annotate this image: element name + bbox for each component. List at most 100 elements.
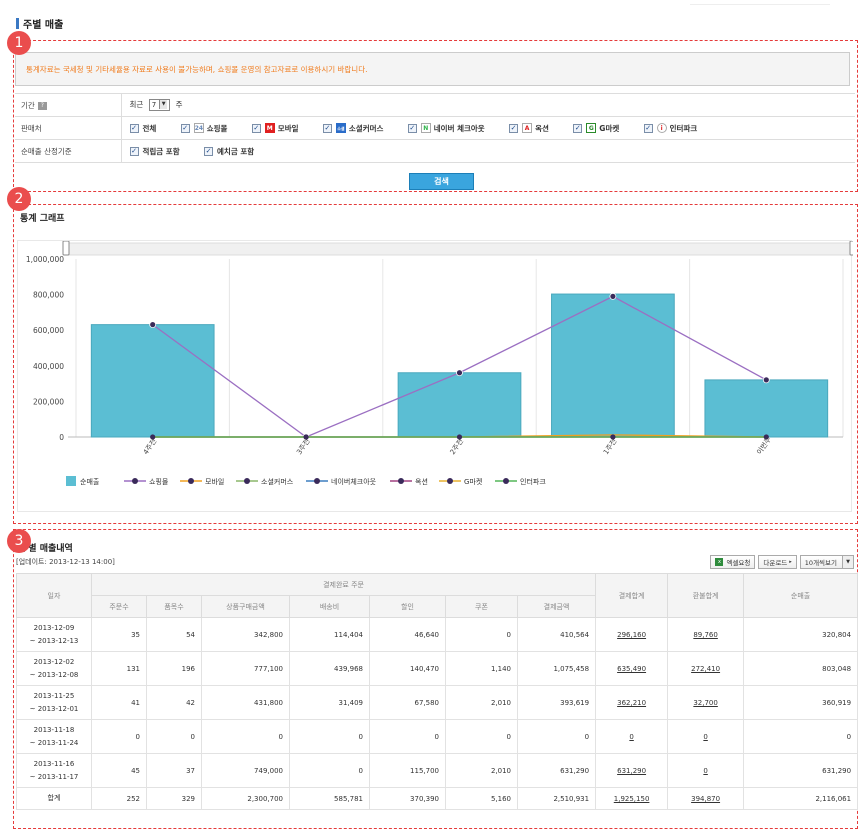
refund-total-link[interactable]: 394,870 bbox=[691, 795, 720, 803]
refund-total-link[interactable]: 32,700 bbox=[693, 699, 718, 707]
col-product-amount: 상품구매금액 bbox=[201, 595, 290, 618]
seller-label-naver: 네이버 체크아웃 bbox=[433, 123, 485, 133]
point-쇼핑몰[interactable] bbox=[456, 369, 463, 377]
net-sales-cell: 631,290 bbox=[743, 753, 859, 788]
col-items: 품목수 bbox=[146, 595, 202, 618]
seller-checkbox-mall[interactable]: ✓ 24 쇼핑몰 bbox=[180, 123, 228, 134]
page-size-value: 10개씩보기 bbox=[804, 559, 837, 567]
net-checkbox-deposit[interactable]: ✓ 예치금 포함 bbox=[204, 146, 254, 157]
period-select[interactable]: 7 ▼ bbox=[148, 99, 171, 111]
net-checkbox-points[interactable]: ✓ 적립금 포함 bbox=[129, 146, 180, 157]
help-icon[interactable]: ? bbox=[37, 101, 47, 110]
page-size-select[interactable]: 10개씩보기 ▼ bbox=[799, 555, 854, 569]
period-value: 7 bbox=[151, 101, 157, 109]
bar-4주전[interactable] bbox=[90, 324, 215, 438]
payment-total-link[interactable]: 0 bbox=[629, 733, 633, 741]
net-sales-cell: 320,804 bbox=[743, 617, 859, 652]
seller-label: 판매처 bbox=[15, 116, 122, 140]
refund-total-link[interactable]: 0 bbox=[703, 733, 707, 741]
coupon-cell: 2,010 bbox=[445, 753, 518, 788]
legend-marker bbox=[132, 478, 138, 484]
refund-total-link[interactable]: 0 bbox=[703, 767, 707, 775]
legend-marker bbox=[314, 478, 320, 484]
excel-request-label: 엑셀요청 bbox=[726, 559, 751, 567]
net-option-label: 적립금 포함 bbox=[142, 146, 180, 156]
download-label: 다운로드 bbox=[763, 559, 788, 567]
seller-label-mall: 쇼핑몰 bbox=[206, 123, 228, 133]
date-cell: 2013-12-09 ~ 2013-12-13 bbox=[16, 617, 92, 652]
excel-request-button[interactable]: x 엑셀요청 bbox=[710, 555, 756, 569]
payment-total-link[interactable]: 635,490 bbox=[617, 665, 646, 673]
net-sales-cell: 803,048 bbox=[743, 651, 859, 686]
payment-total-link[interactable]: 631,290 bbox=[617, 767, 646, 775]
legend-label[interactable]: 쇼핑몰 bbox=[149, 477, 169, 486]
bar-이번주[interactable] bbox=[704, 379, 829, 438]
seller-checkbox-interpark[interactable]: ✓ i 인터파크 bbox=[643, 123, 697, 134]
net-sales-cell: 0 bbox=[743, 719, 859, 754]
y-tick-label: 400,000 bbox=[33, 362, 64, 371]
col-discount: 할인 bbox=[369, 595, 446, 618]
period-suffix: 주 bbox=[175, 100, 183, 109]
table-total-row: 합계 252 329 2,300,700 585,781 370,390 5,160 2,51… bbox=[16, 787, 859, 810]
y-tick-label: 0 bbox=[59, 433, 64, 442]
seller-checkbox-naver[interactable]: ✓ N 네이버 체크아웃 bbox=[407, 123, 485, 134]
legend-marker bbox=[188, 478, 194, 484]
point-쇼핑몰[interactable] bbox=[609, 292, 617, 300]
items-cell: 196 bbox=[146, 651, 202, 686]
range-handle-left[interactable] bbox=[62, 241, 70, 256]
search-button[interactable]: 검색 bbox=[409, 173, 474, 190]
bar-1주전[interactable] bbox=[551, 293, 675, 438]
range-handle-right[interactable] bbox=[849, 241, 853, 256]
seller-label-all: 전체 bbox=[142, 123, 157, 133]
range-navigator[interactable] bbox=[65, 242, 853, 256]
discount-cell: 140,470 bbox=[369, 651, 446, 686]
payment-total-link[interactable]: 1,925,150 bbox=[614, 795, 650, 803]
legend-label[interactable]: 인터파크 bbox=[520, 477, 546, 486]
col-shipping: 배송비 bbox=[289, 595, 370, 618]
checkbox-icon: ✓ bbox=[643, 123, 653, 133]
seller-checkbox-auction[interactable]: ✓ A 옥션 bbox=[509, 123, 549, 134]
page-title: 주별 매출 bbox=[16, 16, 63, 31]
payment-amount-cell: 0 bbox=[516, 719, 597, 754]
payment-total-link[interactable]: 296,160 bbox=[617, 631, 646, 639]
legend-marker bbox=[503, 478, 509, 484]
legend-label[interactable]: 옥션 bbox=[415, 477, 428, 486]
period-prefix: 최근 bbox=[129, 100, 144, 109]
seller-checkbox-mobile[interactable]: ✓ M 모바일 bbox=[251, 123, 299, 134]
refund-total-link[interactable]: 89,760 bbox=[693, 631, 718, 639]
legend-label[interactable]: 모바일 bbox=[205, 477, 224, 486]
interpark-icon: i bbox=[656, 123, 667, 133]
point-쇼핑몰[interactable] bbox=[762, 376, 770, 384]
download-button[interactable]: 다운로드 ▸ bbox=[758, 555, 797, 569]
checkbox-icon: ✓ bbox=[407, 123, 417, 133]
coupon-cell: 5,160 bbox=[445, 787, 518, 810]
discount-cell: 115,700 bbox=[369, 753, 446, 788]
group-header-paid: 결제완료 주문 bbox=[90, 573, 597, 596]
date-cell: 2013-11-25 ~ 2013-12-01 bbox=[16, 685, 92, 720]
table-row: 2013-11-16 ~ 2013-11-17 45 37 749,000 0 115,70… bbox=[16, 753, 859, 788]
orders-cell: 0 bbox=[91, 719, 147, 754]
point-쇼핑몰[interactable] bbox=[149, 321, 157, 329]
payment-amount-cell: 1,075,458 bbox=[516, 651, 597, 686]
date-end: ~ 2013-12-01 bbox=[29, 704, 79, 713]
col-coupon: 쿠폰 bbox=[445, 595, 518, 618]
checkbox-icon: ✓ bbox=[509, 123, 519, 133]
bar-2주전[interactable] bbox=[397, 372, 522, 438]
seller-checkbox-gmarket[interactable]: ✓ G G마켓 bbox=[573, 123, 619, 134]
shipping-cell: 0 bbox=[289, 753, 370, 788]
x-tick-label: 3주전 bbox=[294, 437, 311, 456]
payment-amount-cell: 393,619 bbox=[516, 685, 597, 720]
date-start: 2013-12-09 bbox=[33, 623, 75, 632]
legend-label[interactable]: 네이버체크아웃 bbox=[331, 477, 377, 486]
coupon-cell: 2,010 bbox=[445, 685, 518, 720]
discount-cell: 46,640 bbox=[369, 617, 446, 652]
refund-total-link[interactable]: 272,410 bbox=[691, 665, 720, 673]
legend-marker bbox=[244, 478, 250, 484]
seller-checkbox-all[interactable]: ✓ 전체 bbox=[129, 123, 157, 134]
legend-label[interactable]: 소셜커머스 bbox=[261, 477, 294, 486]
legend-label[interactable]: 순매출 bbox=[80, 477, 100, 486]
social-icon: 소셜 bbox=[335, 123, 346, 133]
legend-label[interactable]: G마켓 bbox=[464, 477, 483, 486]
seller-checkbox-social[interactable]: ✓ 소셜 소셜커머스 bbox=[322, 123, 383, 134]
payment-total-link[interactable]: 362,210 bbox=[617, 699, 646, 707]
